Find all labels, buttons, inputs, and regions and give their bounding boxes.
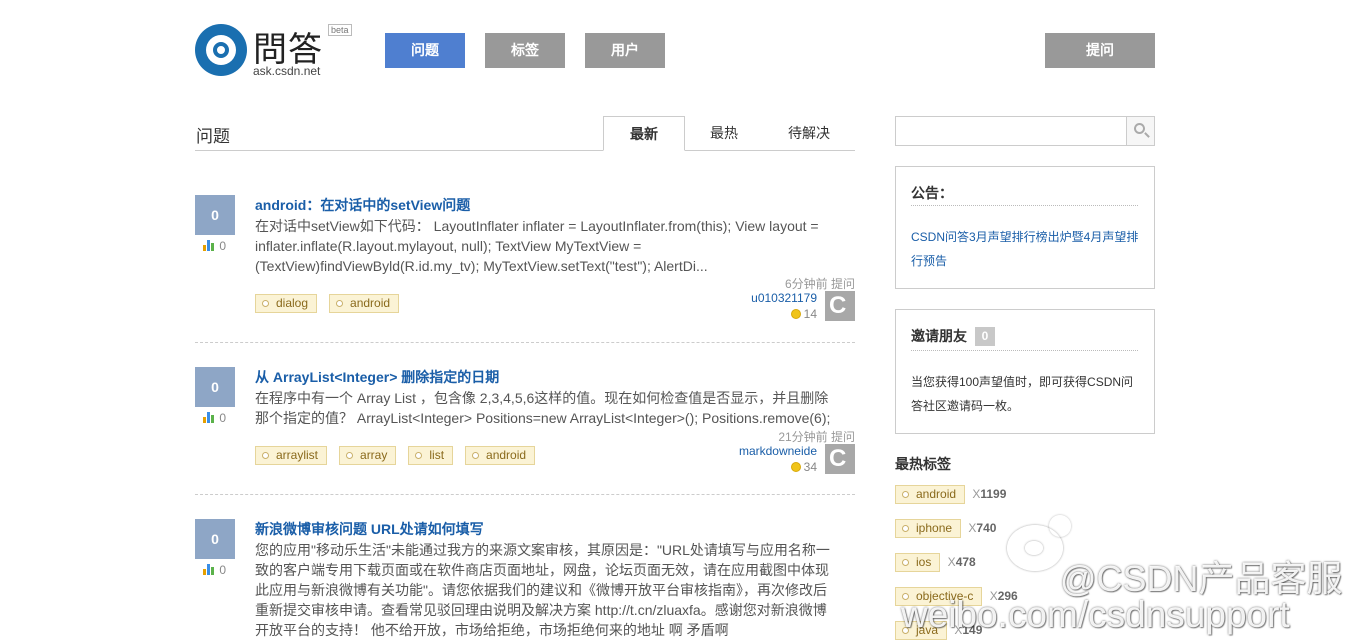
question-tags: arraylist array list android [255,446,547,465]
question-time: 21分钟前 提问 [778,430,855,444]
author-reputation: 14 [790,307,817,321]
question-author[interactable]: u010321179 [751,291,817,305]
ask-question-button[interactable]: 提问 [1045,33,1155,68]
weibo-watermark: @CSDN产品客服 weibo.com/csdnsupport [901,510,1349,643]
tab-unsolved[interactable]: 待解决 [763,116,855,151]
invite-text: 当您获得100声望值时，即可获得CSDN问答社区邀请码一枚。 [911,375,1134,413]
tag-arraylist[interactable]: arraylist [255,446,328,465]
question-excerpt: 在程序中有一个 Array List ，包含像 2,3,4,5,6这样的值。现在… [255,390,831,426]
stats-icon [203,412,216,423]
invite-panel: 邀请朋友 0 当您获得100声望值时，即可获得CSDN问答社区邀请码一枚。 [895,309,1155,434]
view-count-value: 0 [219,239,227,253]
hot-tag-iphone[interactable]: iphone [895,519,962,538]
author-avatar[interactable]: C [825,444,855,474]
stats-icon [203,564,216,575]
nav-questions-button[interactable]: 问题 [385,33,465,68]
search-button[interactable] [1126,117,1154,145]
view-count: 0 [203,239,226,253]
stats-icon [203,240,216,251]
author-avatar[interactable]: C [825,291,855,321]
hot-tags-title: 最热标签 [895,456,951,472]
logo-icon [195,24,247,76]
question-time: 6分钟前 提问 [784,277,855,291]
view-count-value: 0 [219,563,227,577]
hot-tag-count: 740 [976,521,997,535]
question-excerpt: 在对话中setView如下代码： LayoutInflater inflater… [255,218,819,274]
tag-android[interactable]: android [329,294,400,313]
hot-tag-row: objective-c X296 [895,587,1018,606]
notice-body: CSDN问答3月声望排行榜出炉暨4月声望排行预告 [911,225,1141,273]
hot-tag-ios[interactable]: ios [895,553,941,572]
tag-android[interactable]: android [465,446,536,465]
hot-tag-count: 296 [997,589,1018,603]
question-excerpt: 您的应用"移动乐生活"未能通过我方的来源文案审核，其原因是："URL处请填写与应… [255,542,830,638]
watermark-handle: @CSDN产品客服 [1060,558,1343,599]
question-separator [195,494,855,495]
search-input[interactable] [896,117,1126,145]
hot-tag-count: 149 [962,623,983,637]
invite-count: 0 [975,327,995,346]
vote-count: 0 [195,367,235,407]
question-author[interactable]: markdowneide [739,444,817,458]
logo-domain: ask.csdn.net [253,64,321,78]
coin-icon [790,309,801,319]
hot-tag-row: iphone X740 [895,519,996,538]
site-logo[interactable]: 問答 beta ask.csdn.net [195,22,355,78]
nav-users-button[interactable]: 用户 [585,33,665,68]
view-count: 0 [203,411,226,425]
question-separator [195,342,855,343]
vote-count: 0 [195,195,235,235]
tag-array[interactable]: array [339,446,397,465]
view-count-value: 0 [219,411,227,425]
question-item: 0 0 android：在对话中的setView问题 在对话中setView如下… [195,195,855,325]
notice-link[interactable]: CSDN问答3月声望排行榜出炉暨4月声望排行预告 [911,230,1138,268]
notice-title: 公告： [911,185,953,201]
search-box [895,116,1155,146]
view-count: 0 [203,563,226,577]
tag-list[interactable]: list [408,446,454,465]
hot-tag-count: 478 [955,555,976,569]
weibo-icon [1005,515,1075,577]
question-title[interactable]: 从 ArrayList<Integer> 删除指定的日期 [255,367,499,387]
coin-icon [790,462,801,472]
question-item: 0 0 从 ArrayList<Integer> 删除指定的日期 在程序中有一个… [195,367,855,477]
hot-tag-objective-c[interactable]: objective-c [895,587,983,606]
question-tags: dialog android [255,294,411,313]
page-title: 问题 [196,127,230,146]
question-title[interactable]: android：在对话中的setView问题 [255,195,470,215]
notice-panel: 公告： CSDN问答3月声望排行榜出炉暨4月声望排行预告 [895,166,1155,289]
author-reputation: 34 [790,460,817,474]
tag-dialog[interactable]: dialog [255,294,318,313]
tab-newest[interactable]: 最新 [603,116,685,151]
vote-count: 0 [195,519,235,559]
hot-tag-count: 1199 [980,487,1007,501]
hot-tag-row: android X1199 [895,485,1006,504]
invite-title: 邀请朋友 0 [911,326,995,346]
question-item: 0 0 新浪微博审核问题 URL处请如何填写 您的应用"移动乐生活"未能通过我方… [195,519,855,643]
hot-tag-row: ios X478 [895,553,976,572]
nav-tags-button[interactable]: 标签 [485,33,565,68]
hot-tag-row: java X149 [895,621,982,640]
beta-badge: beta [328,24,352,36]
tab-hottest[interactable]: 最热 [685,116,763,151]
hot-tag-java[interactable]: java [895,621,948,640]
hot-tag-android[interactable]: android [895,485,966,504]
question-title[interactable]: 新浪微博审核问题 URL处请如何填写 [255,519,484,539]
